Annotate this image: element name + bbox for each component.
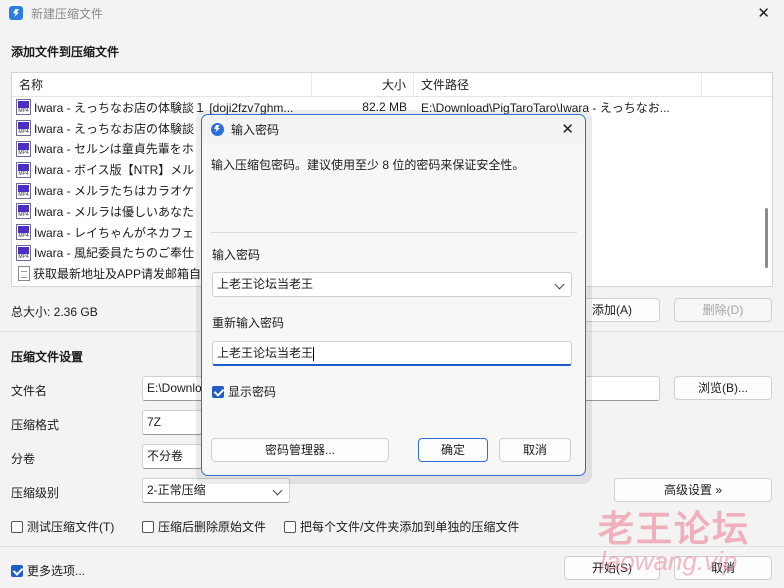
format-select[interactable]: 7Z [142, 410, 202, 435]
password-dialog: 输入密码 ✕ 输入压缩包密码。建议使用至少 8 位的密码来保证安全性。 输入密码… [201, 114, 586, 476]
mp4-file-icon [16, 120, 31, 137]
window-titlebar: 新建压缩文件 ✕ [0, 0, 784, 26]
file-name: Iwara - ボイス版【NTR】メル [34, 163, 195, 178]
total-size: 总大小: 2.36 GB [11, 305, 98, 319]
column-header-path[interactable]: 文件路径 [414, 73, 702, 97]
advanced-settings-button[interactable]: 高级设置 » [614, 478, 772, 502]
format-value: 7Z [147, 415, 162, 429]
split-label: 分卷 [11, 452, 36, 466]
file-name: Iwara - メルラは優しいあなた [34, 204, 195, 219]
chevron-down-icon [272, 485, 283, 496]
confirm-password-label: 重新输入密码 [212, 316, 285, 330]
delete-button[interactable]: 删除(D) [674, 298, 772, 322]
dialog-titlebar: 输入密码 ✕ [202, 115, 585, 143]
password-value: 上老王论坛当老王 [217, 277, 314, 291]
window-close-icon[interactable]: ✕ [757, 4, 770, 22]
dialog-description: 输入压缩包密码。建议使用至少 8 位的密码来保证安全性。 [211, 158, 525, 172]
test-archive-checkbox[interactable]: 测试压缩文件(T) [11, 518, 114, 535]
column-header-name[interactable]: 名称 [12, 73, 312, 97]
filename-label: 文件名 [11, 384, 48, 398]
app-logo-icon [9, 6, 23, 20]
confirm-password-input[interactable]: 上老王论坛当老王 [212, 341, 572, 366]
mp4-file-icon [16, 161, 31, 178]
checkbox-checked-box [212, 385, 224, 398]
chevron-down-icon[interactable] [554, 279, 565, 290]
separate-archives-label: 把每个文件/文件夹添加到单独的压缩文件 [300, 520, 520, 534]
ok-button[interactable]: 确定 [418, 438, 488, 462]
level-value: 2-正常压缩 [147, 483, 206, 497]
password-label: 输入密码 [212, 248, 261, 262]
file-name: Iwara - セルンは童貞先輩をホ [34, 142, 194, 157]
level-label: 压缩级别 [11, 486, 60, 500]
dialog-title: 输入密码 [231, 122, 280, 137]
column-header-size[interactable]: 大小 [312, 73, 414, 97]
split-select[interactable]: 不分卷 [142, 444, 202, 469]
mp4-file-icon [16, 203, 31, 220]
file-list-scrollbar[interactable] [765, 208, 768, 268]
show-password-label: 显示密码 [228, 385, 277, 399]
checkbox-box [11, 520, 23, 533]
test-archive-label: 测试压缩文件(T) [27, 520, 115, 534]
watermark-url: laowang.vip [600, 546, 738, 576]
file-list-header: 名称 大小 文件路径 [12, 73, 772, 97]
text-file-icon [18, 266, 30, 282]
format-label: 压缩格式 [11, 418, 60, 432]
confirm-password-value: 上老王论坛当老王 [217, 346, 314, 360]
dialog-cancel-button[interactable]: 取消 [499, 438, 571, 462]
window-title: 新建压缩文件 [31, 6, 104, 21]
file-name: 获取最新地址及APP请发邮箱自 [33, 267, 202, 282]
text-cursor [313, 346, 315, 361]
password-manager-button[interactable]: 密码管理器... [211, 438, 389, 462]
mp4-file-icon [16, 99, 31, 116]
watermark-title: 老王论坛 [598, 508, 751, 549]
divider [211, 232, 577, 233]
more-options-checkbox[interactable]: 更多选项... [11, 562, 85, 579]
delete-after-checkbox[interactable]: 压缩后删除原始文件 [142, 518, 266, 535]
file-name: Iwara - メルラたちはカラオケ [34, 184, 195, 199]
dialog-close-icon[interactable]: ✕ [561, 120, 574, 138]
checkbox-box [142, 520, 154, 533]
mp4-file-icon [16, 182, 31, 199]
checkbox-box [284, 520, 296, 533]
show-password-checkbox[interactable]: 显示密码 [212, 383, 276, 400]
archive-settings-heading: 压缩文件设置 [11, 350, 84, 364]
file-name: Iwara - レイちゃんがネカフェ [34, 225, 195, 240]
checkbox-checked-box [11, 564, 23, 577]
app-logo-icon [211, 122, 224, 136]
file-name: Iwara - えっちなお店の体験談 [34, 121, 195, 136]
separate-archives-checkbox[interactable]: 把每个文件/文件夹添加到单独的压缩文件 [284, 518, 519, 535]
mp4-file-icon [16, 224, 31, 241]
password-input[interactable]: 上老王论坛当老王 [212, 272, 572, 297]
split-value: 不分卷 [147, 449, 184, 463]
mp4-file-icon [16, 140, 31, 157]
more-options-label: 更多选项... [27, 564, 86, 578]
mp4-file-icon [16, 244, 31, 261]
browse-button[interactable]: 浏览(B)... [674, 376, 772, 400]
delete-after-label: 压缩后删除原始文件 [158, 520, 267, 534]
file-name: Iwara - 風紀委員たちのご奉仕 [34, 246, 195, 261]
add-files-heading: 添加文件到压缩文件 [11, 45, 120, 59]
